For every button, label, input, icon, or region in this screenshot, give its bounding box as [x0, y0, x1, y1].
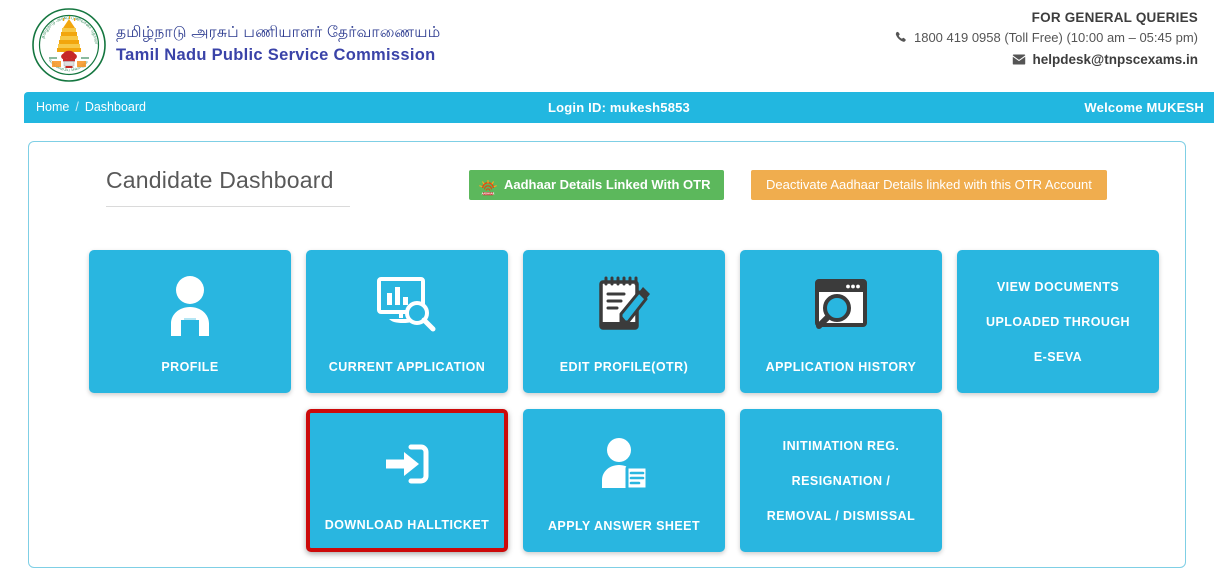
tile-view-documents-line-2: UPLOADED THROUGH: [985, 314, 1130, 329]
breadcrumb-bar: Home / Dashboard Login ID: mukesh5853 Welc…: [24, 92, 1214, 123]
aadhaar-linked-button[interactable]: AADHAAR Aadhaar Details Linked With OTR: [469, 170, 725, 200]
browser-window-search-icon: [740, 272, 942, 338]
tile-intimation-label: INITIMATION REG. RESIGNATION / REMOVAL /…: [746, 409, 936, 552]
phone-icon: [895, 28, 907, 49]
tile-row-1: PROFILE CURRENT APPLICATION EDIT PROFILE…: [89, 250, 1169, 393]
brand-text: தமிழ்நாடு அரசுப் பணியாளர் தேர்வாணையம் Ta…: [116, 23, 440, 67]
brand-block: தமிழ்நாடு அரசுப் பணியாளர் தேர்வாணையம் வா…: [25, 3, 440, 84]
login-arrow-icon: [310, 431, 504, 497]
tile-download-hallticket-label: DOWNLOAD HALLTICKET: [324, 518, 490, 532]
tile-apply-answer-sheet-label: APPLY ANSWER SHEET: [547, 519, 701, 533]
aadhaar-logo-icon: AADHAAR: [479, 177, 497, 196]
tile-download-hallticket[interactable]: DOWNLOAD HALLTICKET: [306, 409, 508, 552]
tile-edit-profile-otr[interactable]: EDIT PROFILE(OTR): [523, 250, 725, 393]
page-title: Candidate Dashboard: [106, 167, 350, 207]
tile-intimation-line-2: RESIGNATION /: [791, 473, 891, 488]
monitor-chart-search-icon: [306, 272, 508, 338]
helpline-phone-text: 1800 419 0958 (Toll Free) (10:00 am – 05…: [913, 30, 1198, 45]
tile-view-documents-eseva-label: VIEW DOCUMENTS UPLOADED THROUGH E-SEVA: [963, 250, 1153, 393]
tile-edit-profile-otr-label: EDIT PROFILE(OTR): [559, 360, 689, 374]
tile-view-documents-eseva[interactable]: VIEW DOCUMENTS UPLOADED THROUGH E-SEVA: [957, 250, 1159, 393]
tile-application-history[interactable]: APPLICATION HISTORY: [740, 250, 942, 393]
welcome-user-label[interactable]: Welcome MUKESH: [1084, 92, 1204, 123]
aadhaar-linked-button-label: Aadhaar Details Linked With OTR: [504, 177, 711, 192]
contact-block: FOR GENERAL QUERIES 1800 419 0958 (Toll …: [895, 8, 1198, 71]
tile-profile[interactable]: PROFILE: [89, 250, 291, 393]
svg-text:AADHAAR: AADHAAR: [482, 193, 495, 196]
deactivate-aadhaar-button[interactable]: Deactivate Aadhaar Details linked with t…: [751, 170, 1107, 200]
helpdesk-email-line: helpdesk@tnpscexams.in: [895, 49, 1198, 71]
envelope-icon: [1012, 50, 1026, 71]
site-header: தமிழ்நாடு அரசுப் பணியாளர் தேர்வாணையம் வா…: [0, 0, 1214, 90]
user-profile-icon: [89, 272, 291, 338]
tile-current-application-label: CURRENT APPLICATION: [328, 360, 486, 374]
tile-view-documents-line-1: VIEW DOCUMENTS: [996, 279, 1120, 294]
tile-intimation-line-1: INITIMATION REG.: [782, 438, 900, 453]
tile-intimation-resignation-removal[interactable]: INITIMATION REG. RESIGNATION / REMOVAL /…: [740, 409, 942, 552]
tile-row-2: DOWNLOAD HALLTICKET APPLY ANSWER SHEET I…: [306, 409, 1169, 552]
login-id-label: Login ID: mukesh5853: [548, 100, 690, 115]
user-document-icon: [523, 431, 725, 497]
brand-title-english: Tamil Nadu Public Service Commission: [116, 46, 436, 64]
tnpsc-emblem-icon: தமிழ்நாடு அரசுப் பணியாளர் தேர்வாணையம் வா…: [25, 3, 108, 84]
brand-title-tamil: தமிழ்நாடு அரசுப் பணியாளர் தேர்வாணையம்: [116, 24, 441, 41]
notepad-pencil-icon: [523, 272, 725, 338]
general-queries-heading: FOR GENERAL QUERIES: [1031, 10, 1198, 25]
tile-view-documents-line-3: E-SEVA: [1033, 349, 1083, 364]
dashboard-card: Candidate Dashboard AADHAAR Aadhaar Deta…: [28, 141, 1186, 568]
tile-apply-answer-sheet[interactable]: APPLY ANSWER SHEET: [523, 409, 725, 552]
tile-application-history-label: APPLICATION HISTORY: [765, 360, 917, 374]
dashboard-tiles: PROFILE CURRENT APPLICATION EDIT PROFILE…: [89, 250, 1169, 552]
tile-profile-label: PROFILE: [161, 360, 219, 374]
tile-current-application[interactable]: CURRENT APPLICATION: [306, 250, 508, 393]
helpline-phone-line: 1800 419 0958 (Toll Free) (10:00 am – 05…: [895, 27, 1198, 49]
helpdesk-email-text: helpdesk@tnpscexams.in: [1032, 52, 1198, 67]
tile-intimation-line-3: REMOVAL / DISMISSAL: [766, 508, 916, 523]
